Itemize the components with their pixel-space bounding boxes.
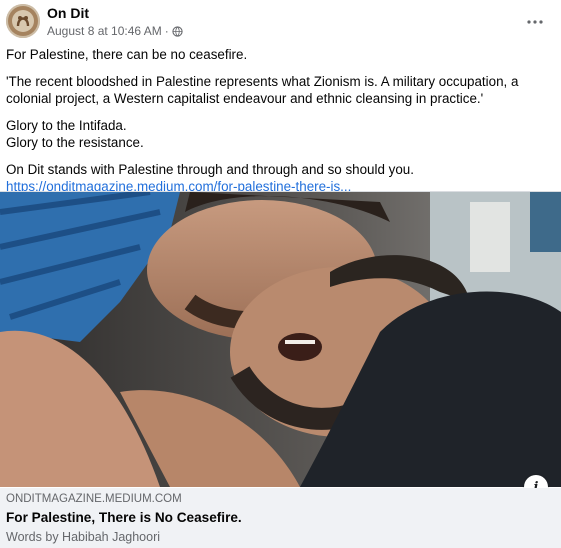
page-name[interactable]: On Dit <box>47 5 89 21</box>
post-line-intifada: Glory to the Intifada. <box>6 118 127 133</box>
link-card-subtitle: Words by Habibah Jaghoori <box>6 530 161 544</box>
post-body: For Palestine, there can be no ceasefire… <box>6 46 546 195</box>
meta-separator: · <box>164 24 169 38</box>
post-header: On Dit August 8 at 10:46 AM · <box>0 0 561 44</box>
link-card-title[interactable]: For Palestine, There is No Ceasefire. <box>6 510 242 525</box>
link-preview-card[interactable]: i ONDITMAGAZINE.MEDIUM.COM For Palestine… <box>0 191 561 548</box>
avatar-logo-icon <box>6 4 40 38</box>
post-meta: August 8 at 10:46 AM · <box>47 24 183 38</box>
globe-icon <box>172 25 183 37</box>
post-line-resistance: Glory to the resistance. <box>6 135 144 150</box>
link-card-domain: ONDITMAGAZINE.MEDIUM.COM <box>6 493 182 505</box>
link-preview-image[interactable] <box>0 192 561 487</box>
more-horizontal-icon <box>527 20 543 24</box>
post-line-stand: On Dit stands with Palestine through and… <box>6 162 414 177</box>
page-avatar[interactable] <box>6 4 40 38</box>
post-line-ceasefire: For Palestine, there can be no ceasefire… <box>6 47 248 62</box>
post-timestamp[interactable]: August 8 at 10:46 AM <box>47 24 162 38</box>
more-options-button[interactable] <box>523 10 547 34</box>
post-quote: 'The recent bloodshed in Palestine repre… <box>6 74 519 106</box>
